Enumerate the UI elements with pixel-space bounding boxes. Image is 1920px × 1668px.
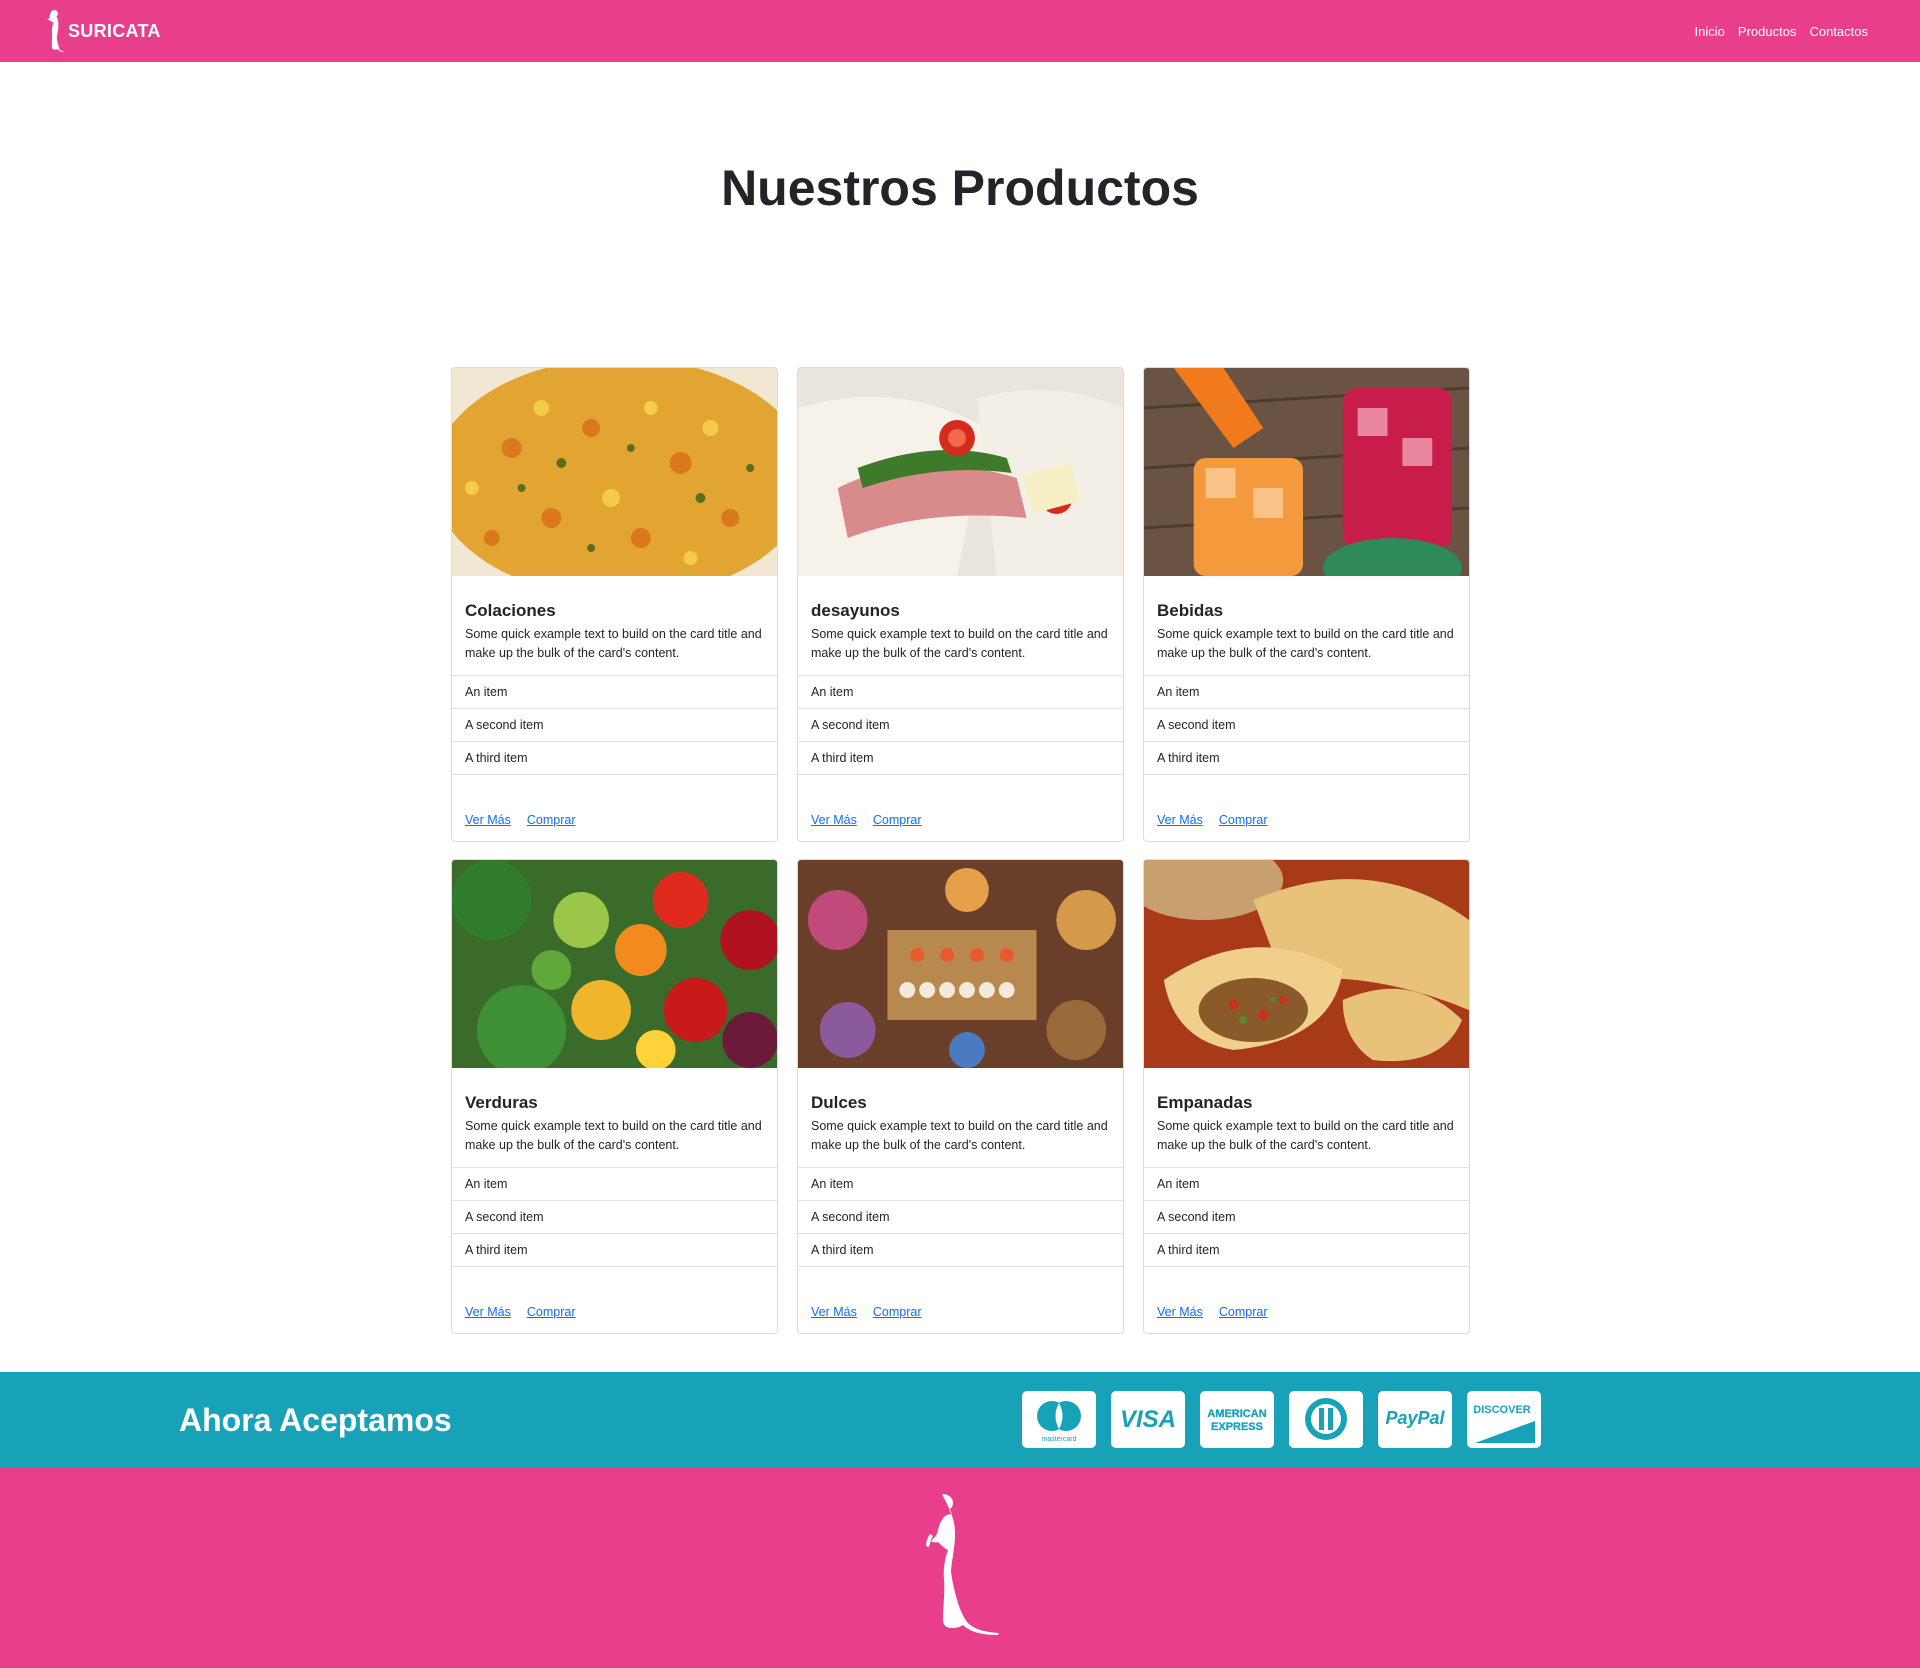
ver-mas-link[interactable]: Ver Más — [1157, 1305, 1203, 1319]
list-item: A third item — [452, 742, 777, 775]
list-item: A second item — [1144, 1201, 1469, 1234]
card-text: Some quick example text to build on the … — [1157, 627, 1454, 660]
navbar: SURICATA Inicio Productos Contactos — [0, 0, 1920, 62]
card-links: Ver Más Comprar — [465, 813, 575, 827]
list-item: An item — [452, 1168, 777, 1201]
list-item: A third item — [798, 1234, 1123, 1267]
meerkat-footer-logo-icon — [926, 1494, 999, 1635]
mastercard-icon: mastercard — [1022, 1391, 1096, 1448]
list-item: A second item — [798, 1201, 1123, 1234]
list-item: An item — [452, 676, 777, 709]
card-links: Ver Más Comprar — [1157, 1305, 1267, 1319]
product-card: Empanadas Some quick example text to bui… — [1143, 859, 1470, 1334]
card-title: Colaciones — [465, 601, 556, 620]
ver-mas-link[interactable]: Ver Más — [811, 1305, 857, 1319]
list-item: A second item — [452, 1201, 777, 1234]
american-express-icon: AMERICAN EXPRESS — [1200, 1391, 1274, 1448]
comprar-link[interactable]: Comprar — [873, 813, 922, 827]
payment-title: Ahora Aceptamos — [179, 1402, 452, 1438]
card-text: Some quick example text to build on the … — [811, 627, 1108, 660]
payment-icons: mastercard VISA AMERICAN EXPRESS PayPal … — [1022, 1391, 1541, 1448]
svg-text:DISCOVER: DISCOVER — [1473, 1404, 1531, 1416]
card-item-list: An item A second item A third item — [1144, 675, 1469, 775]
bebidas-drinks-image — [1144, 368, 1469, 576]
card-links: Ver Más Comprar — [465, 1305, 575, 1319]
list-item: A second item — [1144, 709, 1469, 742]
desayunos-sandwich-image — [798, 368, 1123, 576]
list-item: A third item — [798, 742, 1123, 775]
comprar-link[interactable]: Comprar — [527, 813, 576, 827]
colaciones-food-image — [452, 368, 777, 576]
meerkat-logo-icon — [47, 10, 64, 53]
ver-mas-link[interactable]: Ver Más — [465, 813, 511, 827]
nav-link-productos[interactable]: Productos — [1738, 24, 1797, 39]
payment-methods-band: Ahora Aceptamos mastercard VISA AMERICAN… — [0, 1372, 1920, 1468]
list-item: An item — [1144, 676, 1469, 709]
card-title: desayunos — [811, 601, 900, 620]
card-body: Colaciones Some quick example text to bu… — [452, 576, 777, 675]
svg-text:VISA: VISA — [1120, 1406, 1176, 1433]
card-body: desayunos Some quick example text to bui… — [798, 576, 1123, 675]
card-links: Ver Más Comprar — [811, 813, 921, 827]
card-body: Empanadas Some quick example text to bui… — [1144, 1068, 1469, 1167]
list-item: An item — [1144, 1168, 1469, 1201]
comprar-link[interactable]: Comprar — [873, 1305, 922, 1319]
card-title: Empanadas — [1157, 1093, 1253, 1112]
svg-text:PayPal: PayPal — [1385, 1408, 1445, 1428]
nav-link-contactos[interactable]: Contactos — [1809, 24, 1868, 39]
card-text: Some quick example text to build on the … — [811, 1119, 1108, 1152]
comprar-link[interactable]: Comprar — [1219, 813, 1268, 827]
card-item-list: An item A second item A third item — [1144, 1167, 1469, 1267]
list-item: An item — [798, 1168, 1123, 1201]
list-item: An item — [798, 676, 1123, 709]
card-body: Bebidas Some quick example text to build… — [1144, 576, 1469, 675]
card-links: Ver Más Comprar — [811, 1305, 921, 1319]
card-text: Some quick example text to build on the … — [1157, 1119, 1454, 1152]
dulces-sweets-image — [798, 860, 1123, 1068]
card-item-list: An item A second item A third item — [798, 1167, 1123, 1267]
ver-mas-link[interactable]: Ver Más — [1157, 813, 1203, 827]
card-body: Dulces Some quick example text to build … — [798, 1068, 1123, 1167]
card-links: Ver Más Comprar — [1157, 813, 1267, 827]
list-item: A third item — [1144, 742, 1469, 775]
empanadas-image — [1144, 860, 1469, 1068]
svg-text:AMERICAN: AMERICAN — [1207, 1408, 1266, 1420]
nav-link-inicio[interactable]: Inicio — [1695, 24, 1725, 39]
ver-mas-link[interactable]: Ver Más — [811, 813, 857, 827]
card-item-list: An item A second item A third item — [452, 1167, 777, 1267]
brand-logo-link[interactable]: SURICATA — [46, 8, 161, 54]
svg-text:mastercard: mastercard — [1041, 1436, 1076, 1443]
product-card: Bebidas Some quick example text to build… — [1143, 367, 1470, 842]
diners-club-icon — [1289, 1391, 1363, 1448]
list-item: A third item — [452, 1234, 777, 1267]
product-card: Dulces Some quick example text to build … — [797, 859, 1124, 1334]
footer — [0, 1468, 1920, 1668]
product-card: Colaciones Some quick example text to bu… — [451, 367, 778, 842]
list-item: A third item — [1144, 1234, 1469, 1267]
product-grid: Colaciones Some quick example text to bu… — [451, 367, 1470, 1334]
card-title: Bebidas — [1157, 601, 1224, 620]
paypal-icon: PayPal — [1378, 1391, 1452, 1448]
list-item: A second item — [452, 709, 777, 742]
svg-text:EXPRESS: EXPRESS — [1211, 1421, 1263, 1433]
visa-icon: VISA — [1111, 1391, 1185, 1448]
comprar-link[interactable]: Comprar — [1219, 1305, 1268, 1319]
nav-links: Inicio Productos Contactos — [1695, 0, 1868, 62]
ver-mas-link[interactable]: Ver Más — [465, 1305, 511, 1319]
card-text: Some quick example text to build on the … — [465, 1119, 762, 1152]
card-title: Dulces — [811, 1093, 867, 1112]
card-item-list: An item A second item A third item — [798, 675, 1123, 775]
page-title: Nuestros Productos — [721, 160, 1199, 216]
brand-name: SURICATA — [68, 20, 161, 41]
comprar-link[interactable]: Comprar — [527, 1305, 576, 1319]
card-body: Verduras Some quick example text to buil… — [452, 1068, 777, 1167]
verduras-vegetables-image — [452, 860, 777, 1068]
list-item: A second item — [798, 709, 1123, 742]
card-title: Verduras — [465, 1093, 538, 1112]
discover-icon: DISCOVER — [1467, 1391, 1541, 1448]
product-card: Verduras Some quick example text to buil… — [451, 859, 778, 1334]
product-card: desayunos Some quick example text to bui… — [797, 367, 1124, 842]
card-text: Some quick example text to build on the … — [465, 627, 762, 660]
card-item-list: An item A second item A third item — [452, 675, 777, 775]
